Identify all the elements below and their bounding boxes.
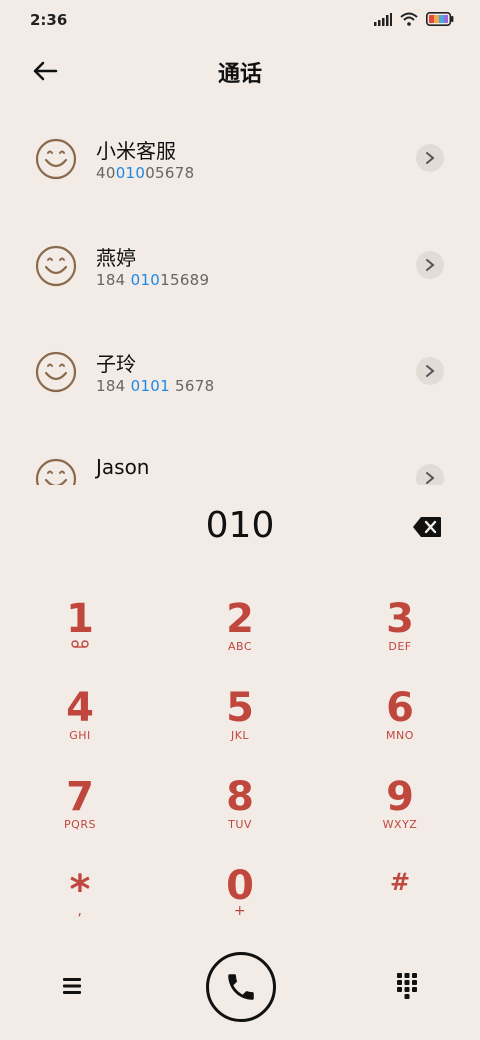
contact-row[interactable]: 子玲 184 0101 5678 xyxy=(0,318,480,424)
contact-row[interactable]: 小米客服 4001005678 xyxy=(0,105,480,211)
key-4[interactable]: 4 GHI xyxy=(10,681,150,765)
key-star[interactable]: *, xyxy=(10,859,150,943)
dialed-number: 010 xyxy=(205,505,275,546)
contact-number: 184 01015689 xyxy=(96,271,210,289)
contact-detail-button[interactable] xyxy=(416,251,444,279)
key-2[interactable]: 2 ABC xyxy=(170,592,310,676)
chevron-right-icon xyxy=(426,365,435,377)
contact-name: 燕婷 xyxy=(96,246,136,270)
battery-icon xyxy=(426,12,454,26)
key-1[interactable]: 1 xyxy=(10,592,150,676)
key-8[interactable]: 8 TUV xyxy=(170,770,310,854)
phone-icon xyxy=(228,974,254,1000)
contact-number: 4001005678 xyxy=(96,164,195,182)
chevron-right-icon xyxy=(426,259,435,271)
key-hash[interactable]: # xyxy=(330,859,470,943)
key-6[interactable]: 6 MNO xyxy=(330,681,470,765)
menu-icon[interactable] xyxy=(57,972,87,1000)
status-icons xyxy=(374,12,454,26)
smiley-icon xyxy=(35,351,77,393)
call-button[interactable] xyxy=(206,952,276,1022)
key-3[interactable]: 3 DEF xyxy=(330,592,470,676)
header: 通话 xyxy=(0,50,480,90)
smiley-icon xyxy=(35,458,77,485)
status-bar: 2:36 xyxy=(0,0,480,40)
contact-list[interactable]: 小米客服 4001005678 燕婷 184 01015689 子玲 184 0… xyxy=(0,105,480,485)
contact-detail-button[interactable] xyxy=(416,144,444,172)
contact-name: 子玲 xyxy=(96,352,136,376)
bottom-bar xyxy=(0,950,480,1022)
key-7[interactable]: 7 PQRS xyxy=(10,770,150,854)
key-5[interactable]: 5 JKL xyxy=(170,681,310,765)
key-0[interactable]: 0 + xyxy=(170,859,310,943)
key-9[interactable]: 9 WXYZ xyxy=(330,770,470,854)
contact-number: 184 0101 5678 xyxy=(96,377,215,395)
signal-icon xyxy=(374,12,392,26)
contact-row[interactable]: Jason xyxy=(0,425,480,485)
chevron-right-icon xyxy=(426,152,435,164)
status-time: 2:36 xyxy=(30,11,68,29)
smiley-icon xyxy=(35,245,77,287)
contact-detail-button[interactable] xyxy=(416,464,444,485)
dialpad-icon[interactable] xyxy=(392,970,422,1002)
chevron-right-icon xyxy=(426,472,435,484)
backspace-icon[interactable] xyxy=(412,516,442,538)
page-title: 通话 xyxy=(217,62,262,87)
wifi-icon xyxy=(400,12,418,26)
contact-row[interactable]: 燕婷 184 01015689 xyxy=(0,212,480,318)
contact-name: Jason xyxy=(96,455,150,479)
contact-detail-button[interactable] xyxy=(416,357,444,385)
contact-name: 小米客服 xyxy=(96,139,176,163)
smiley-icon xyxy=(35,138,77,180)
